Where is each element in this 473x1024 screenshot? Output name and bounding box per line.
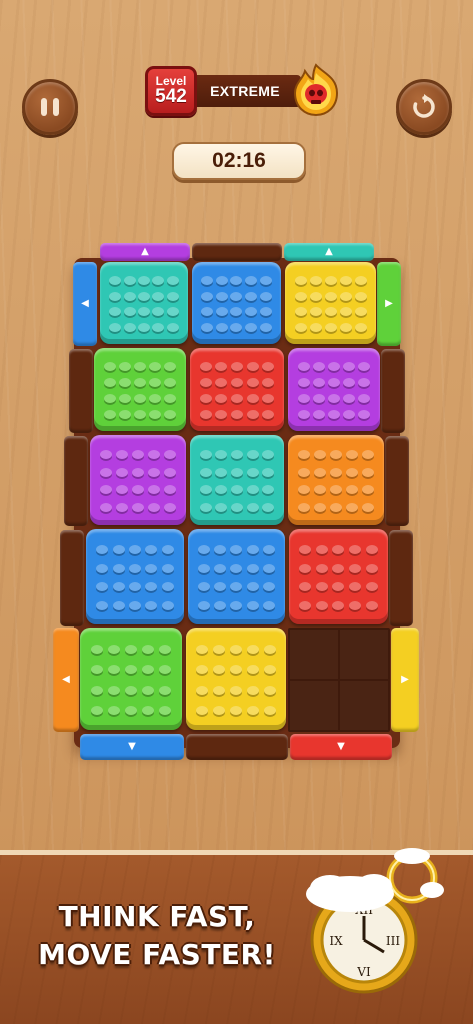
- arrow-icon: ▼: [337, 741, 345, 752]
- svg-text:IX: IX: [329, 934, 343, 948]
- svg-text:VI: VI: [356, 965, 371, 979]
- timer-text: 02:16: [212, 149, 266, 172]
- pause-icon: [41, 98, 59, 116]
- left-exit-orange[interactable]: ◀: [53, 628, 79, 732]
- arrow-icon: ▲: [141, 246, 149, 257]
- top-exit-teal[interactable]: ▲: [284, 243, 374, 261]
- right-exit-wood: [389, 530, 413, 626]
- left-exit-wood: [64, 436, 88, 526]
- block-teal[interactable]: [100, 262, 188, 344]
- level-number: 542: [155, 86, 187, 107]
- bottom-exit-wood: [186, 734, 288, 760]
- right-exit-wood: [381, 349, 405, 433]
- svg-text:III: III: [386, 934, 400, 948]
- arrow-icon: ▶: [385, 298, 393, 309]
- restart-button[interactable]: [396, 79, 452, 135]
- block-blue[interactable]: [188, 529, 285, 624]
- left-exit-wood: [60, 530, 84, 626]
- arrow-icon: ▲: [325, 246, 333, 257]
- block-blue[interactable]: [86, 529, 184, 624]
- top-exit-purple[interactable]: ▲: [100, 243, 190, 261]
- arrow-icon: ◀: [62, 674, 70, 685]
- right-exit-wood: [385, 436, 409, 526]
- slogan-line-2: MOVE FASTER!: [38, 938, 276, 971]
- left-exit-blue[interactable]: ◀: [73, 262, 97, 346]
- block-purple[interactable]: [288, 348, 380, 431]
- block-blue[interactable]: [192, 262, 281, 344]
- level-badge: Level 542: [145, 66, 197, 116]
- bottom-exit-blue[interactable]: ▼: [80, 734, 184, 760]
- timer: 02:16: [172, 142, 306, 180]
- top-exit-wood: [192, 243, 282, 261]
- level-header: EXTREME Level 542: [145, 63, 340, 119]
- skull-flame-icon: [293, 63, 339, 117]
- difficulty-banner: EXTREME: [189, 75, 301, 107]
- pocket-watch-icon: XII III VI IX: [306, 848, 444, 994]
- block-yellow[interactable]: [186, 628, 286, 730]
- empty-slot: [288, 628, 390, 732]
- arrow-icon: ▼: [128, 741, 136, 752]
- block-red[interactable]: [190, 348, 284, 431]
- difficulty-label: EXTREME: [210, 83, 280, 99]
- left-exit-wood: [69, 349, 93, 433]
- arrow-icon: ◀: [81, 298, 89, 309]
- block-purple[interactable]: [90, 435, 186, 525]
- arrow-icon: ▶: [401, 674, 409, 685]
- right-exit-green[interactable]: ▶: [377, 262, 401, 346]
- block-orange[interactable]: [288, 435, 384, 525]
- right-exit-yellow[interactable]: ▶: [391, 628, 419, 732]
- pause-button[interactable]: [22, 79, 78, 135]
- block-teal[interactable]: [190, 435, 284, 525]
- block-yellow[interactable]: [285, 262, 376, 344]
- block-green[interactable]: [94, 348, 186, 431]
- restart-icon: [413, 94, 435, 118]
- slogan-line-1: THINK FAST,: [58, 900, 256, 933]
- block-red[interactable]: [289, 529, 388, 624]
- promo-slogan: THINK FAST, MOVE FASTER!: [22, 898, 292, 974]
- bottom-exit-red[interactable]: ▼: [290, 734, 392, 760]
- block-green[interactable]: [80, 628, 182, 730]
